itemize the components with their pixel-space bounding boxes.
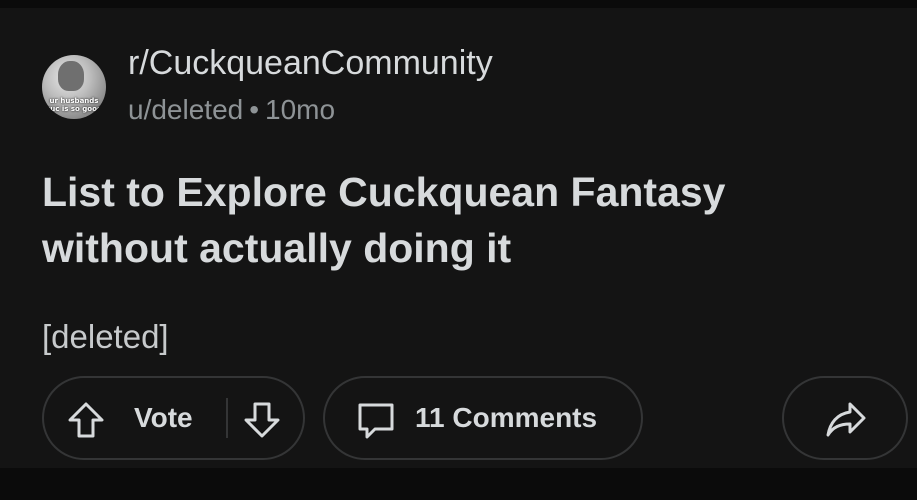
- avatar-caption: ur husbands cuc is so good: [46, 97, 102, 113]
- share-arrow-icon: [826, 402, 866, 437]
- share-button[interactable]: [782, 376, 908, 460]
- vote-label: Vote: [134, 402, 193, 433]
- arrow-down-icon[interactable]: [242, 400, 282, 440]
- vote-divider: [226, 398, 228, 438]
- post-age: 10mo: [265, 94, 336, 125]
- comments-label: 11 Comments: [415, 402, 598, 433]
- meta-separator: •: [249, 94, 260, 125]
- arrow-up-icon[interactable]: [66, 400, 106, 440]
- speech-bubble-icon: [358, 403, 394, 439]
- avatar-figure: [58, 61, 84, 91]
- top-divider: [0, 0, 917, 8]
- vote-bar: Vote: [42, 376, 305, 460]
- subreddit-avatar[interactable]: ur husbands cuc is so good: [42, 55, 106, 119]
- post-meta: u/deleted • 10mo: [128, 94, 335, 126]
- bottom-band: [0, 468, 917, 500]
- comments-button[interactable]: 11 Comments: [323, 376, 643, 460]
- post-card[interactable]: ur husbands cuc is so good r/CuckqueanCo…: [0, 8, 917, 468]
- author-name[interactable]: u/deleted: [128, 94, 243, 125]
- post-title[interactable]: List to Explore Cuckquean Fantasy withou…: [42, 164, 862, 276]
- subreddit-name[interactable]: r/CuckqueanCommunity: [128, 44, 493, 83]
- post-body: [deleted]: [42, 318, 169, 355]
